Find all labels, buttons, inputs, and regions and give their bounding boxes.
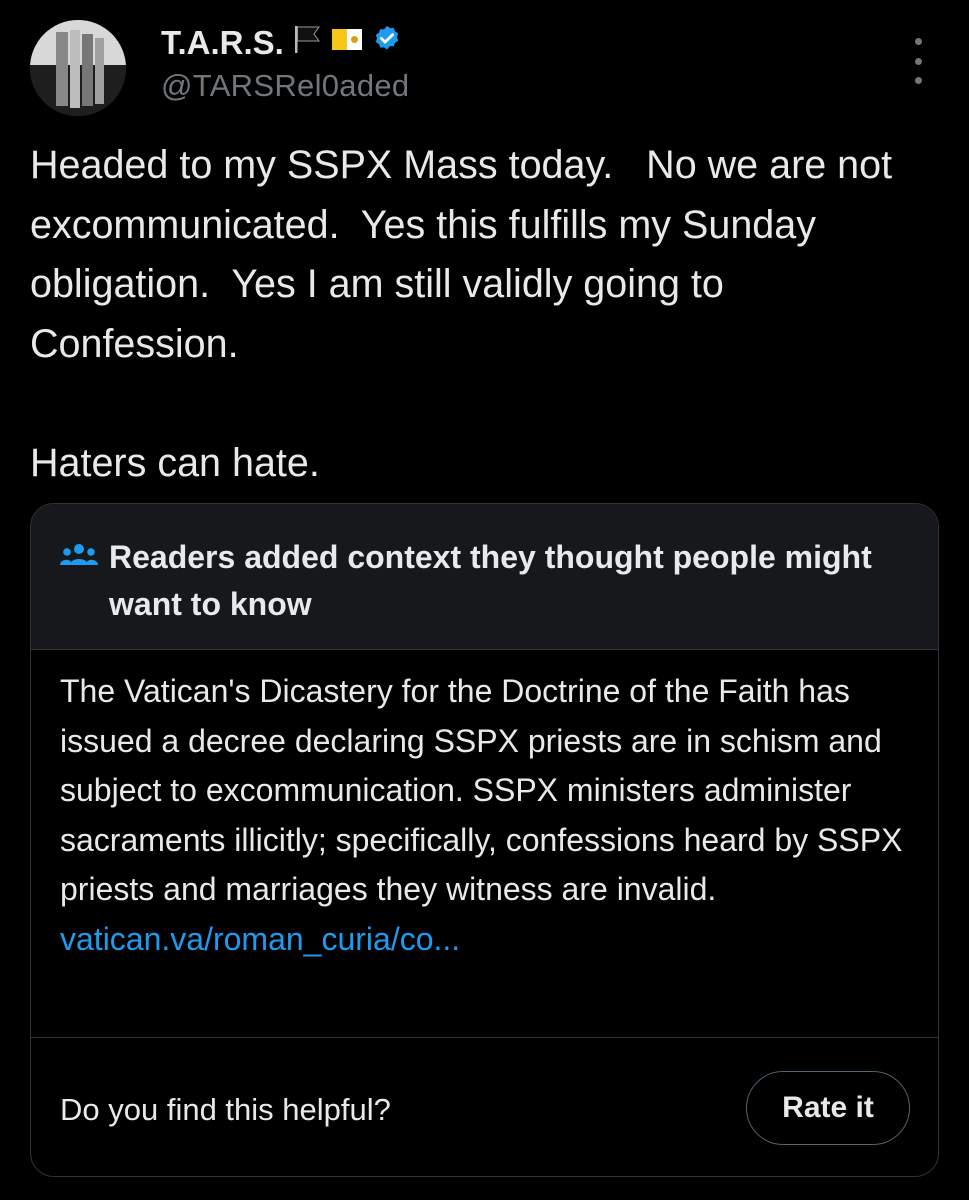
user-handle[interactable]: @TARSRel0aded <box>161 68 409 104</box>
avatar[interactable] <box>30 20 126 116</box>
community-note-text: The Vatican's Dicastery for the Doctrine… <box>60 673 903 907</box>
helpful-question: Do you find this helpful? <box>60 1092 391 1127</box>
user-names: T.A.R.S. @TARSRel0aded <box>161 22 409 104</box>
community-note-body: The Vatican's Dicastery for the Doctrine… <box>60 667 910 964</box>
vatican-flag-icon <box>330 24 364 62</box>
display-name[interactable]: T.A.R.S. <box>161 24 284 62</box>
tweet-header: T.A.R.S. @TARSRel0aded <box>30 18 940 116</box>
community-note-footer: Do you find this helpful? Rate it <box>31 1037 938 1176</box>
rate-it-button[interactable]: Rate it <box>746 1071 910 1145</box>
tweet-text: Headed to my SSPX Mass today. No we are … <box>30 143 893 485</box>
community-note-header: Readers added context they thought peopl… <box>31 504 938 650</box>
verified-badge-icon <box>372 24 402 62</box>
more-options-icon[interactable] <box>908 38 928 84</box>
community-note-title: Readers added context they thought peopl… <box>109 539 872 622</box>
people-icon <box>60 541 98 576</box>
community-note: Readers added context they thought peopl… <box>30 503 939 1177</box>
display-name-row[interactable]: T.A.R.S. <box>161 22 409 64</box>
black-flag-icon <box>292 24 322 62</box>
source-link[interactable]: vatican.va/roman_curia/co... <box>60 915 910 965</box>
